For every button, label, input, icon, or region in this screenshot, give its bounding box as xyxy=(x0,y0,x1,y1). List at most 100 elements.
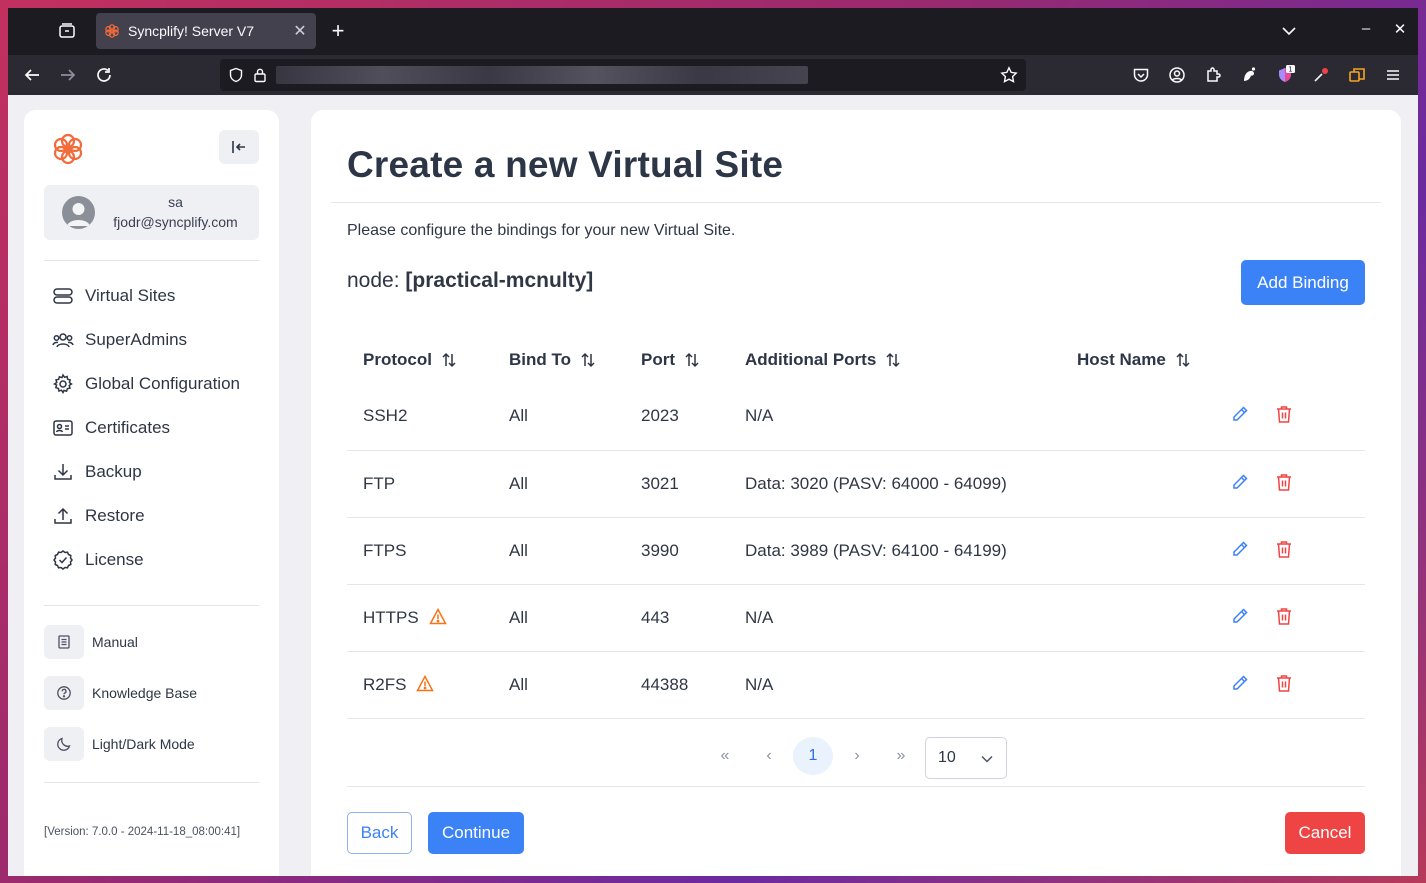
sidebar-item-license[interactable]: License xyxy=(52,546,144,574)
minimize-button[interactable]: – xyxy=(1357,20,1375,37)
page-size-select[interactable]: 10 xyxy=(925,737,1007,779)
cell-bind-to: All xyxy=(493,517,625,585)
sidebar-item-knowledge-base[interactable]: Knowledge Base xyxy=(44,676,197,710)
sidebar-item-certificates[interactable]: Certificates xyxy=(52,414,170,442)
url-text-redacted[interactable] xyxy=(276,66,808,84)
edit-binding-button[interactable] xyxy=(1229,605,1251,627)
tab-syncplify[interactable]: Syncplify! Server V7 ✕ xyxy=(96,13,316,49)
add-binding-button[interactable]: Add Binding xyxy=(1241,260,1365,305)
reload-icon[interactable] xyxy=(94,65,114,85)
sidebar-item-backup[interactable]: Backup xyxy=(52,458,142,486)
sort-icon[interactable] xyxy=(1174,351,1192,369)
sidebar-item-global-configuration[interactable]: Global Configuration xyxy=(52,370,240,398)
column-header-additional-ports[interactable]: Additional Ports xyxy=(729,336,1061,383)
delete-binding-button[interactable] xyxy=(1273,471,1295,493)
gear-icon xyxy=(52,373,73,395)
address-bar[interactable] xyxy=(220,59,1026,91)
delete-binding-button[interactable] xyxy=(1273,538,1295,560)
sort-icon[interactable] xyxy=(884,351,902,369)
cell-additional-ports: N/A xyxy=(729,584,1061,652)
table-row: FTPS All 3990 Data: 3989 (PASV: 64100 - 641… xyxy=(347,517,1365,585)
sidebar-item-restore[interactable]: Restore xyxy=(52,502,145,530)
new-tab-button[interactable]: + xyxy=(328,20,348,42)
lock-icon[interactable] xyxy=(253,67,267,83)
window-extension-icon[interactable] xyxy=(1347,65,1367,85)
cell-protocol: FTPS xyxy=(347,517,493,585)
tracking-shield-icon[interactable] xyxy=(228,67,244,83)
chevron-down-icon xyxy=(981,755,993,763)
document-icon xyxy=(58,635,70,649)
collapse-sidebar-icon xyxy=(232,141,245,153)
gnome-extension-icon[interactable] xyxy=(1239,65,1259,85)
edit-icon xyxy=(1233,674,1248,690)
page-1-button[interactable]: 1 xyxy=(793,737,833,775)
tab-list-chevron-icon[interactable] xyxy=(1280,22,1298,40)
delete-binding-button[interactable] xyxy=(1273,403,1295,425)
edit-binding-button[interactable] xyxy=(1229,672,1251,694)
forward-icon[interactable] xyxy=(58,65,78,85)
continue-button[interactable]: Continue xyxy=(428,812,524,854)
cell-protocol: HTTPS xyxy=(347,584,493,652)
cell-additional-ports: N/A xyxy=(729,383,1061,451)
extension-badge: 1 xyxy=(1288,66,1292,74)
sidebar-item-virtual-sites[interactable]: Virtual Sites xyxy=(52,282,175,310)
check-circle-icon xyxy=(53,550,73,570)
sidebar-item-label: SuperAdmins xyxy=(85,330,188,349)
color-picker-extension-icon[interactable] xyxy=(1311,65,1331,85)
account-icon[interactable] xyxy=(1167,65,1187,85)
sidebar-item-label: Restore xyxy=(85,506,145,525)
column-header-host-name[interactable]: Host Name xyxy=(1061,336,1219,383)
sort-icon[interactable] xyxy=(440,351,458,369)
server-icon xyxy=(53,288,73,304)
syncplify-logo[interactable] xyxy=(51,132,85,166)
collapse-sidebar-button[interactable] xyxy=(219,130,259,164)
sidebar-item-light-dark-mode[interactable]: Light/Dark Mode xyxy=(44,727,195,761)
edit-binding-button[interactable] xyxy=(1229,538,1251,560)
edit-binding-button[interactable] xyxy=(1229,403,1251,425)
cell-actions xyxy=(1219,517,1365,585)
column-header-bind-to[interactable]: Bind To xyxy=(493,336,625,383)
user-card[interactable]: sa fjodr@syncplify.com xyxy=(44,185,259,240)
last-page-button[interactable]: » xyxy=(881,737,921,775)
main-panel: Create a new Virtual Site Please configu… xyxy=(311,110,1401,876)
prev-page-button[interactable]: ‹ xyxy=(749,737,789,775)
sidebar-item-manual[interactable]: Manual xyxy=(44,625,138,659)
tab-overview-icon[interactable] xyxy=(58,22,76,40)
close-window-button[interactable]: ✕ xyxy=(1391,20,1409,38)
cell-port: 443 xyxy=(625,584,729,652)
sidebar-item-label: Manual xyxy=(92,634,138,650)
table-row: R2FS All 44388 N/A xyxy=(347,651,1365,719)
cell-protocol: SSH2 xyxy=(347,383,493,451)
divider xyxy=(44,605,259,606)
column-header-protocol[interactable]: Protocol xyxy=(347,336,493,383)
back-icon[interactable] xyxy=(22,65,42,85)
extensions-icon[interactable] xyxy=(1203,65,1223,85)
delete-binding-button[interactable] xyxy=(1273,672,1295,694)
sort-icon[interactable] xyxy=(579,351,597,369)
trash-icon xyxy=(1277,473,1291,491)
edit-binding-button[interactable] xyxy=(1229,471,1251,493)
moon-icon xyxy=(57,737,71,751)
back-button[interactable]: Back xyxy=(347,812,412,854)
next-page-button[interactable]: › xyxy=(837,737,877,775)
menu-hamburger-icon[interactable] xyxy=(1383,65,1403,85)
browser-window: Syncplify! Server V7 ✕ + – ✕ 1 sa fjodr@… xyxy=(8,8,1418,876)
sort-icon[interactable] xyxy=(683,351,701,369)
shield-extension-icon[interactable]: 1 xyxy=(1275,65,1295,85)
table-row: FTP All 3021 Data: 3020 (PASV: 64000 - 6409… xyxy=(347,450,1365,518)
first-page-button[interactable]: « xyxy=(705,737,745,775)
delete-binding-button[interactable] xyxy=(1273,605,1295,627)
sidebar-item-superadmins[interactable]: SuperAdmins xyxy=(52,326,187,354)
cell-host-name xyxy=(1061,517,1219,585)
sidebar-item-label: Virtual Sites xyxy=(85,286,176,305)
tab-close-icon[interactable]: ✕ xyxy=(292,21,308,41)
cell-additional-ports: Data: 3989 (PASV: 64100 - 64199) xyxy=(729,517,1061,585)
cell-host-name xyxy=(1061,450,1219,518)
syncplify-favicon-icon xyxy=(105,24,119,38)
pocket-icon[interactable] xyxy=(1131,65,1151,85)
bookmark-star-icon[interactable] xyxy=(1000,66,1018,84)
cell-port: 2023 xyxy=(625,383,729,451)
sidebar-item-label: License xyxy=(85,550,144,569)
column-header-port[interactable]: Port xyxy=(625,336,729,383)
cancel-button[interactable]: Cancel xyxy=(1285,812,1365,854)
